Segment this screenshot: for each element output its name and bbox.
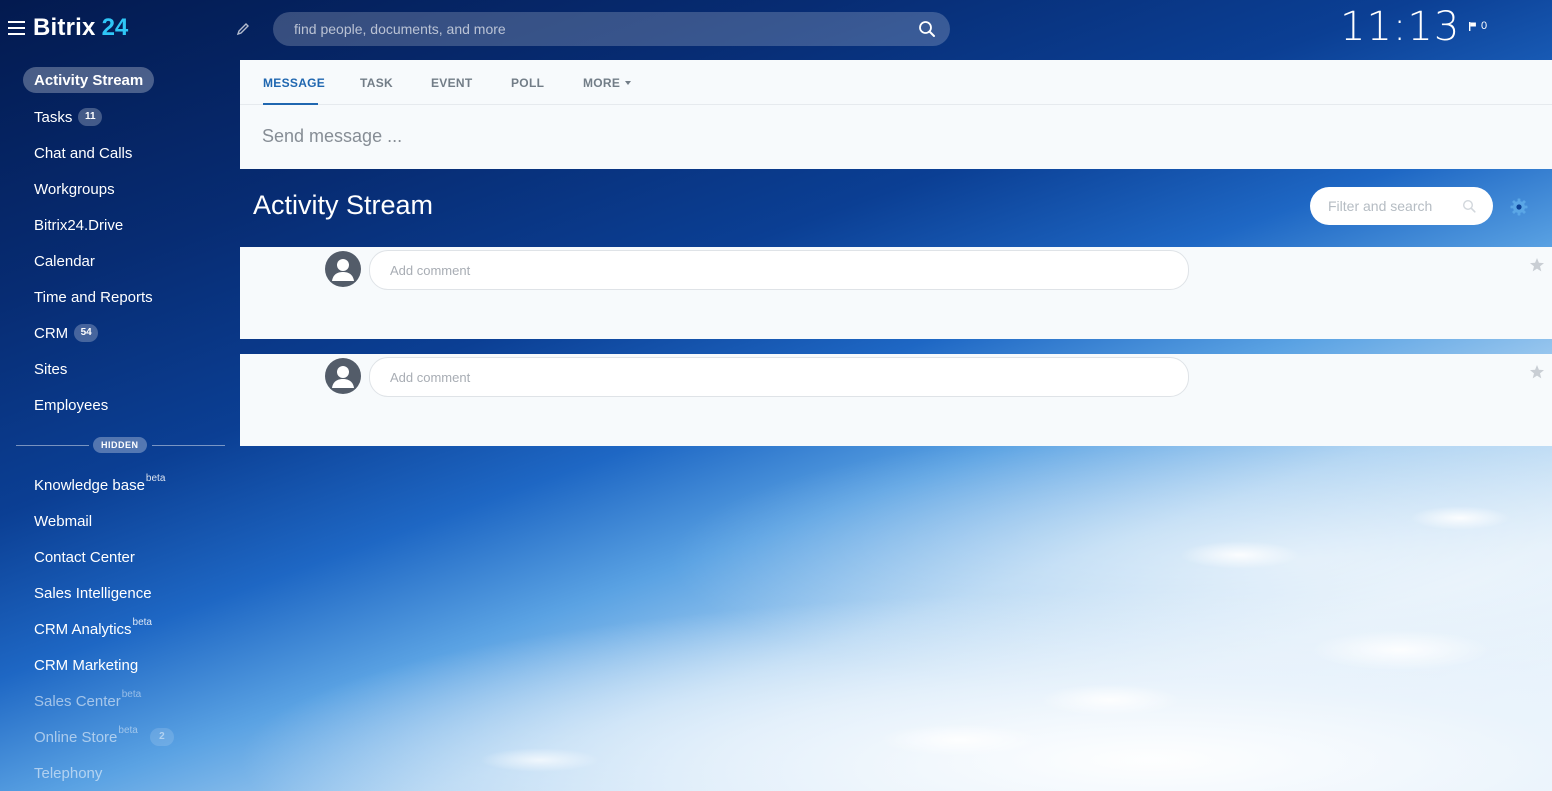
search-icon[interactable]	[1462, 199, 1476, 213]
pencil-icon[interactable]	[236, 22, 250, 36]
send-message-field[interactable]: Send message ...	[262, 126, 402, 147]
sidebar-item-label: Telephony	[34, 764, 103, 782]
sidebar-item-label: Online Store	[34, 728, 118, 746]
sidebar-item-sites[interactable]: Sites	[34, 356, 67, 382]
sidebar-item-workgroups[interactable]: Workgroups	[34, 176, 115, 202]
global-search-input[interactable]	[292, 20, 896, 38]
sidebar-item-employees[interactable]: Employees	[34, 392, 108, 418]
sidebar-item-label: Bitrix24.Drive	[34, 216, 124, 234]
sidebar-item-label: Webmail	[34, 512, 93, 530]
sidebar-item-label: Time and Reports	[34, 288, 153, 306]
sidebar-item-calendar[interactable]: Calendar	[34, 248, 95, 274]
online-store-counter-badge: 2	[149, 728, 174, 746]
sidebar-item-crm-marketing[interactable]: CRM Marketing	[34, 652, 138, 678]
post-composer: MESSAGE TASK EVENT POLL MORE Send messag…	[240, 60, 1552, 169]
tab-event[interactable]: EVENT	[431, 76, 473, 90]
sidebar-item-sales-intelligence[interactable]: Sales Intelligence	[34, 580, 152, 606]
clock[interactable]: 11:13	[1340, 4, 1460, 50]
sidebar-item-label: Activity Stream	[34, 71, 144, 89]
composer-tabs: MESSAGE TASK EVENT POLL MORE	[240, 60, 1552, 105]
sidebar-item-drive[interactable]: Bitrix24.Drive	[34, 212, 123, 238]
sidebar-item-label: Employees	[34, 396, 109, 414]
left-sidebar: Bitrix 24 Activity Stream Tasks 11 Chat …	[0, 0, 232, 791]
gear-icon[interactable]	[1509, 197, 1529, 217]
sidebar-item-label: Chat and Calls	[34, 144, 133, 162]
active-tab-indicator	[263, 103, 318, 105]
logo-number[interactable]: 24	[102, 14, 129, 42]
add-comment-input[interactable]	[388, 261, 1152, 279]
add-comment-input[interactable]	[388, 368, 1152, 386]
sidebar-item-crm[interactable]: CRM 54	[34, 320, 99, 346]
avatar[interactable]	[325, 251, 361, 287]
sidebar-item-contact-center[interactable]: Contact Center	[34, 544, 135, 570]
star-icon[interactable]	[1529, 257, 1545, 273]
sidebar-item-chat-and-calls[interactable]: Chat and Calls	[34, 140, 132, 166]
sidebar-item-label: Calendar	[34, 252, 95, 270]
sidebar-item-label: CRM Marketing	[34, 656, 139, 674]
add-comment-field[interactable]	[369, 250, 1189, 290]
sidebar-item-label: Tasks	[34, 108, 73, 126]
star-icon[interactable]	[1529, 364, 1545, 380]
hidden-section-toggle[interactable]: HIDDEN	[93, 437, 147, 453]
user-icon	[332, 259, 354, 281]
feed-post	[240, 247, 1552, 339]
divider-line	[16, 445, 89, 446]
chevron-down-icon	[625, 80, 632, 85]
add-comment-field[interactable]	[369, 357, 1189, 397]
sidebar-item-label: CRM	[34, 324, 69, 342]
beta-tag: beta	[145, 472, 166, 484]
logo-row: Bitrix 24	[8, 14, 128, 42]
sidebar-item-telephony[interactable]: Telephony	[34, 760, 102, 786]
tasks-counter-badge: 11	[78, 108, 103, 126]
sidebar-item-label: Contact Center	[34, 548, 135, 566]
global-search[interactable]	[273, 12, 950, 46]
sidebar-item-label: Sales Intelligence	[34, 584, 152, 602]
filter-search-input[interactable]	[1326, 197, 1460, 215]
sidebar-item-label: Workgroups	[34, 180, 115, 198]
beta-tag: beta	[121, 688, 142, 700]
crm-counter-badge: 54	[74, 324, 99, 342]
hidden-section-divider[interactable]: HIDDEN	[16, 437, 225, 453]
sidebar-item-label: Knowledge base	[34, 476, 145, 494]
sidebar-item-label: Sites	[34, 360, 68, 378]
sidebar-item-tasks[interactable]: Tasks 11	[34, 104, 103, 130]
tab-task[interactable]: TASK	[360, 76, 393, 90]
tab-more[interactable]: MORE	[583, 76, 632, 90]
sidebar-item-crm-analytics[interactable]: CRM Analytics beta	[34, 616, 152, 642]
tab-message[interactable]: MESSAGE	[263, 76, 325, 90]
tab-more-label: MORE	[583, 76, 621, 90]
sidebar-item-online-store[interactable]: Online Store beta 2	[34, 724, 174, 750]
sidebar-item-knowledge-base[interactable]: Knowledge base beta	[34, 472, 165, 498]
sidebar-item-sales-center[interactable]: Sales Center beta	[34, 688, 141, 714]
menu-icon[interactable]	[8, 21, 25, 35]
sidebar-item-time-and-reports[interactable]: Time and Reports	[34, 284, 153, 310]
avatar[interactable]	[325, 358, 361, 394]
page-title: Activity Stream	[253, 190, 434, 220]
flag-counter[interactable]: 0	[1469, 20, 1487, 32]
tab-poll[interactable]: POLL	[511, 76, 544, 90]
divider-line	[152, 445, 225, 446]
beta-tag: beta	[118, 724, 138, 736]
search-icon[interactable]	[918, 20, 936, 38]
flag-icon	[1469, 21, 1476, 31]
sidebar-item-activity-stream[interactable]: Activity Stream	[23, 67, 155, 93]
filter-search[interactable]	[1310, 187, 1493, 225]
user-icon	[332, 366, 354, 388]
feed-post	[240, 354, 1552, 446]
sidebar-item-webmail[interactable]: Webmail	[34, 508, 92, 534]
sidebar-item-label: Sales Center	[34, 692, 121, 710]
sidebar-item-label: CRM Analytics	[34, 620, 132, 638]
logo-name[interactable]: Bitrix	[33, 14, 96, 42]
flag-count: 0	[1481, 20, 1488, 32]
beta-tag: beta	[132, 616, 152, 628]
